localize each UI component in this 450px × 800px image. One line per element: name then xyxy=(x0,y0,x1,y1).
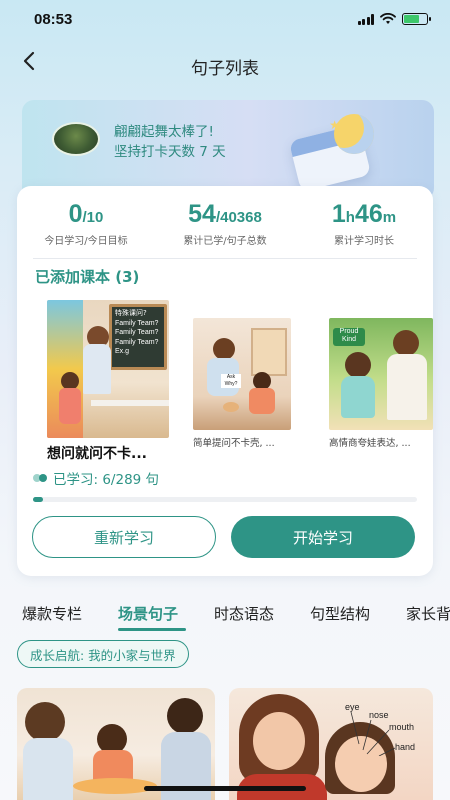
book-card-3[interactable]: Proud Kind 高情商夸娃表达, ... xyxy=(329,318,433,449)
stat-duration-minutes: 46 xyxy=(354,200,383,228)
active-tab-underline xyxy=(118,628,186,631)
book-cover-3: Proud Kind xyxy=(329,318,433,430)
stat-duration: 1h46m 累计学习时长 xyxy=(295,200,433,247)
board-line: Family Team? xyxy=(115,338,159,346)
nav-bar: 句子列表 xyxy=(0,44,450,84)
tab-tense[interactable]: 时态语态 xyxy=(214,603,274,624)
label-pointer-lines xyxy=(350,711,396,756)
divider xyxy=(33,258,417,259)
progress-row: 已学习: 6/289 句 xyxy=(33,468,159,488)
scene-tile-1[interactable] xyxy=(17,688,215,800)
status-icons xyxy=(357,13,431,25)
book-caption-3: 高情商夸娃表达, ... xyxy=(329,438,411,449)
book-caption-2: 简单提问不卡壳, ... xyxy=(193,438,275,449)
board-title: 特殊课问? xyxy=(115,309,147,317)
stat-total-value: 54 xyxy=(188,200,216,228)
tab-parent[interactable]: 家长背 xyxy=(406,603,450,624)
board-line: Family Team? xyxy=(115,319,159,327)
home-indicator xyxy=(144,786,306,791)
board-line: Family Team? xyxy=(115,329,159,336)
scene-tile-2[interactable]: eye nose mouth hand xyxy=(229,688,433,800)
stat-total-label: 累计已学/句子总数 xyxy=(183,236,267,247)
tab-scene[interactable]: 场景句子 xyxy=(118,603,178,624)
star-icon: ★ xyxy=(329,118,340,132)
progress-text: 已学习: 6/289 句 xyxy=(53,472,160,488)
book-cover-2: Ask Why? xyxy=(193,318,291,430)
streak-banner: 翩翩起舞太棒了! 坚持打卡天数 7 天 ★ xyxy=(22,100,434,200)
banner-line1: 翩翩起舞太棒了! xyxy=(114,124,214,140)
study-card: 0/10 今日学习/今日目标 54/40368 累计已学/句子总数 1h46m … xyxy=(17,186,433,576)
signal-icon xyxy=(357,13,374,25)
calendar-illustration: ★ xyxy=(284,114,374,192)
book-caption-1: 想问就问不卡... xyxy=(47,446,147,462)
stat-total-unit: /40368 xyxy=(215,209,262,226)
progress-bar xyxy=(33,497,417,502)
progress-dots-icon xyxy=(33,474,47,482)
category-tabs: 爆款专栏 场景句子 时态语态 句型结构 家长背 xyxy=(0,600,450,634)
tab-hot[interactable]: 爆款专栏 xyxy=(22,603,82,624)
start-button[interactable]: 开始学习 xyxy=(231,516,415,558)
tab-pattern[interactable]: 句型结构 xyxy=(310,603,370,624)
stat-today-unit: /10 xyxy=(82,209,104,226)
battery-icon xyxy=(402,13,431,25)
status-bar: 08:53 xyxy=(0,0,450,40)
added-books-title: 已添加课本 (3) xyxy=(35,268,140,286)
stat-total: 54/40368 累计已学/句子总数 xyxy=(156,200,294,247)
proud-kind-badge: Proud Kind xyxy=(333,328,365,346)
page-title: 句子列表 xyxy=(191,59,259,79)
wifi-icon xyxy=(380,13,396,24)
banner-text: 翩翩起舞太棒了! 坚持打卡天数 7 天 xyxy=(114,122,226,162)
chalkboard: 特殊课问? Family Team? Family Team? Family T… xyxy=(109,304,167,370)
status-time: 08:53 xyxy=(34,11,73,28)
book-card-1[interactable]: 特殊课问? Family Team? Family Team? Family T… xyxy=(47,300,169,463)
stat-duration-label: 累计学习时长 xyxy=(334,236,394,247)
stat-duration-m-unit: m xyxy=(382,209,397,226)
stat-today-label: 今日学习/今日目标 xyxy=(44,236,128,247)
progress-bar-fill xyxy=(33,497,43,502)
stat-duration-h-unit: h xyxy=(345,209,355,226)
restart-button[interactable]: 重新学习 xyxy=(32,516,216,558)
avatar[interactable] xyxy=(52,122,100,156)
banner-line2: 坚持打卡天数 7 天 xyxy=(114,144,226,160)
sub-category-chip[interactable]: 成长启航: 我的小家与世界 xyxy=(17,640,189,668)
book-sign: Ask Why? xyxy=(221,374,241,388)
board-line: Ex.g xyxy=(115,348,130,355)
book-list: 特殊课问? Family Team? Family Team? Family T… xyxy=(17,300,433,463)
book-cover-1: 特殊课问? Family Team? Family Team? Family T… xyxy=(47,300,169,438)
moon-icon xyxy=(334,114,374,154)
stat-today: 0/10 今日学习/今日目标 xyxy=(17,200,155,247)
stat-duration-hours: 1 xyxy=(331,200,346,228)
book-card-2[interactable]: Ask Why? 简单提问不卡壳, ... xyxy=(193,318,291,449)
stat-today-value: 0 xyxy=(68,200,83,228)
